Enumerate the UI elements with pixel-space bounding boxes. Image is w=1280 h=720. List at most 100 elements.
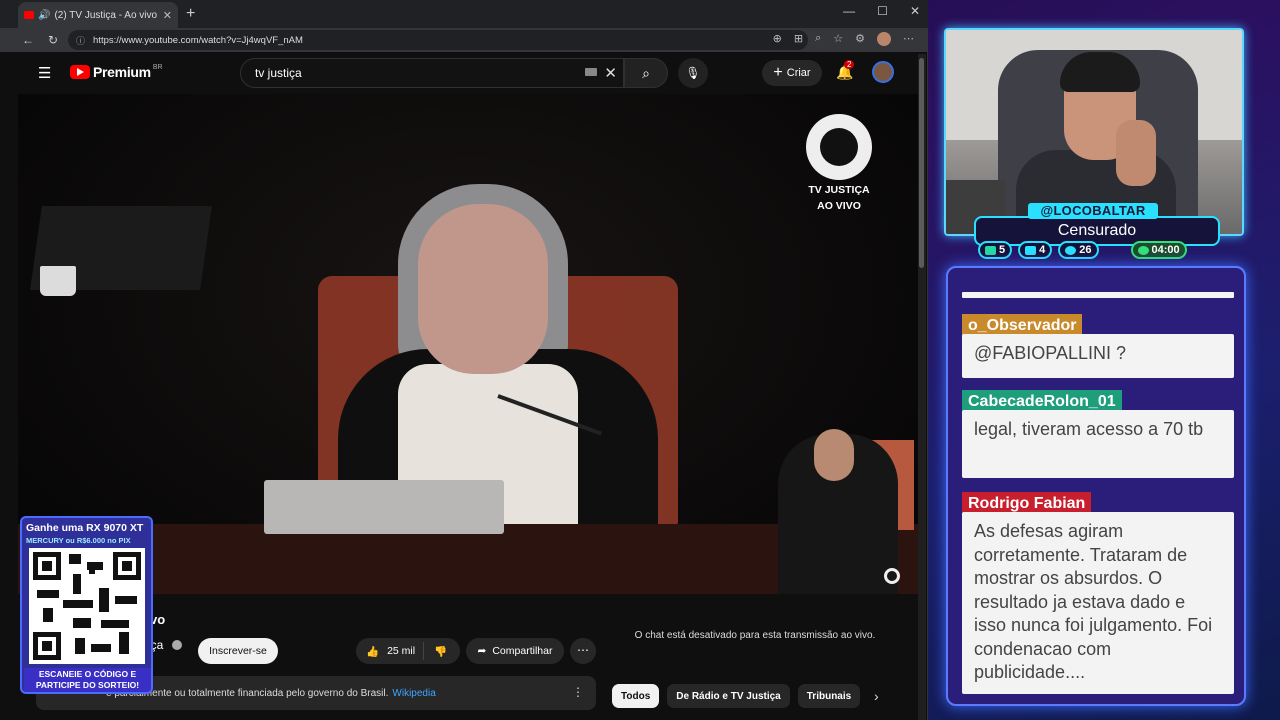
- qr-module: [91, 644, 111, 652]
- qr-finder-top-left: [33, 552, 61, 580]
- timer-value: 04:00: [1151, 244, 1180, 256]
- qr-module: [69, 554, 81, 564]
- keyboard-icon[interactable]: [585, 68, 597, 76]
- tab-bar: 🔊 (2) TV Justiça - Ao vivo - You ✕ + — ☐…: [0, 0, 928, 28]
- clear-search-icon[interactable]: ✕: [604, 64, 617, 82]
- speaker-icon[interactable]: 🔊: [38, 10, 50, 21]
- youtube-header: ☰ Premium BR tv justiça ✕ ⌕ 🎙 + Criar 🔔 …: [18, 54, 918, 92]
- qr-module: [75, 638, 85, 654]
- share-label: Compartilhar: [492, 645, 553, 657]
- youtube-icon: [1025, 245, 1037, 255]
- share-button[interactable]: ➦ Compartilhar: [466, 638, 564, 664]
- maximize-button[interactable]: ☐: [877, 4, 888, 18]
- qr-finder-bottom-left: [33, 632, 61, 660]
- search-icon: ⌕: [642, 65, 650, 81]
- voice-search-button[interactable]: 🎙: [678, 58, 708, 88]
- qr-module: [101, 620, 129, 628]
- dislike-button[interactable]: 👎: [424, 645, 447, 658]
- menu-icon[interactable]: ☰: [38, 64, 51, 82]
- qr-module: [73, 574, 81, 594]
- clock-icon: [1137, 245, 1149, 255]
- close-tab-icon[interactable]: ✕: [163, 9, 172, 22]
- reload-button[interactable]: ↻: [48, 33, 58, 47]
- promo-headline: Ganhe uma RX 9070 XT: [26, 522, 144, 534]
- chat-divider: [962, 292, 1234, 298]
- new-tab-button[interactable]: +: [186, 5, 195, 23]
- browser-tab[interactable]: 🔊 (2) TV Justiça - Ao vivo - You ✕: [18, 2, 178, 28]
- viewers-count: 26: [1079, 244, 1092, 256]
- account-avatar[interactable]: [872, 61, 894, 83]
- twitch-icon: [985, 245, 996, 255]
- logo-text: Premium: [93, 64, 151, 80]
- speaker-face: [418, 204, 548, 374]
- promo-cta-line2: PARTICIPE DO SORTEIO!: [35, 680, 140, 690]
- youtube-favicon-icon: [24, 11, 34, 19]
- tv-justica-logo-icon: [806, 114, 872, 180]
- close-window-button[interactable]: ✕: [910, 4, 920, 18]
- thumbs-down-icon: 👎: [434, 645, 448, 658]
- twitch-stat: 5: [978, 241, 1013, 259]
- timer-stat: 04:00: [1130, 241, 1187, 259]
- like-button[interactable]: 👍 25 mil: [356, 642, 424, 660]
- favorite-star-icon[interactable]: ☆: [833, 32, 843, 46]
- laptop: [264, 480, 504, 534]
- scrollbar-thumb[interactable]: [919, 58, 924, 268]
- zoom-icon[interactable]: ⌕: [815, 32, 821, 46]
- video-player[interactable]: TV JUSTIÇA AO VIVO: [18, 94, 918, 594]
- share-icon: ➦: [477, 645, 487, 657]
- streamer-hair: [1060, 52, 1140, 92]
- streamer-hand: [1116, 120, 1156, 186]
- viewers-icon: [1065, 245, 1077, 255]
- youtube-logo[interactable]: Premium BR: [70, 64, 163, 80]
- chevron-right-icon[interactable]: ›: [874, 688, 879, 704]
- qr-module: [37, 590, 59, 598]
- qr-module: [43, 608, 53, 622]
- site-info-icon[interactable]: ⓘ: [76, 34, 85, 47]
- promo-cta: ESCANEIE O CÓDIGO E PARTICIPE DO SORTEIO…: [24, 668, 151, 692]
- youtube-stat: 4: [1018, 241, 1053, 259]
- promo-cta-line1: ESCANEIE O CÓDIGO E: [38, 669, 137, 679]
- stream-stats: 5 4 26 04:00: [978, 241, 1187, 259]
- translate-icon[interactable]: ⊕: [773, 32, 782, 46]
- wikipedia-link[interactable]: Wikipedia: [392, 688, 435, 699]
- interpreter-face: [814, 429, 854, 481]
- logo-region: BR: [152, 63, 163, 71]
- minimize-button[interactable]: —: [843, 4, 855, 18]
- chip-todos[interactable]: Todos: [612, 684, 660, 708]
- extensions-icon[interactable]: ⚙: [855, 32, 865, 46]
- search-button[interactable]: ⌕: [624, 58, 668, 88]
- window-controls: — ☐ ✕: [843, 4, 920, 18]
- info-more-icon[interactable]: ⋮: [572, 685, 584, 699]
- qr-module: [89, 568, 95, 574]
- create-button[interactable]: + Criar: [762, 60, 822, 86]
- microphone-icon: 🎙: [685, 66, 701, 80]
- toolbar-icons: ⊕ ⊞ ⌕ ☆ ⚙ ⋯: [773, 32, 914, 46]
- coffee-cup: [40, 266, 76, 296]
- giveaway-qr-card: Ganhe uma RX 9070 XT MERCURY ou R$6.000 …: [20, 516, 153, 694]
- verified-icon: [172, 640, 182, 650]
- plus-icon: +: [773, 64, 783, 81]
- thumbs-up-icon: 👍: [366, 645, 380, 658]
- qr-finder-top-right: [113, 552, 141, 580]
- search-input[interactable]: tv justiça ✕: [240, 58, 624, 88]
- chat-message: @FABIOPALLINI ?: [962, 334, 1234, 378]
- profile-avatar[interactable]: [877, 32, 891, 46]
- viewers-stat: 26: [1058, 241, 1099, 259]
- apps-icon[interactable]: ⊞: [794, 32, 803, 46]
- url-field[interactable]: ⓘ https://www.youtube.com/watch?v=Jj4wqV…: [68, 30, 808, 50]
- chip-tribunais[interactable]: Tribunais: [797, 684, 861, 708]
- notifications-button[interactable]: 🔔 2: [836, 60, 855, 81]
- qr-module: [63, 600, 93, 608]
- stream-chat-panel: o_Observador @FABIOPALLINI ? CabecadeRol…: [946, 266, 1246, 706]
- qr-code: [29, 548, 145, 664]
- back-button[interactable]: ←: [22, 33, 34, 47]
- url-text: https://www.youtube.com/watch?v=Jj4wqVF_…: [93, 34, 303, 46]
- address-bar: ← ↻ ⓘ https://www.youtube.com/watch?v=Jj…: [0, 28, 928, 52]
- like-dislike-group: 👍 25 mil 👎: [356, 638, 460, 664]
- more-actions-button[interactable]: ⋯: [570, 638, 596, 664]
- youtube-play-icon: [70, 65, 90, 79]
- promo-subline: MERCURY ou R$6.000 no PIX: [26, 536, 131, 545]
- chip-radio-tv-justica[interactable]: De Rádio e TV Justiça: [667, 684, 790, 708]
- subscribe-button[interactable]: Inscrever-se: [198, 638, 278, 664]
- more-menu-icon[interactable]: ⋯: [903, 32, 914, 46]
